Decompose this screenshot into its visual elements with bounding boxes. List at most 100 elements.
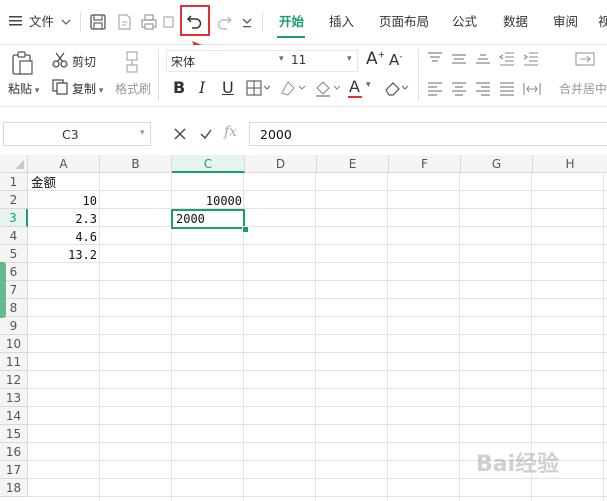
column-header-a[interactable]: A bbox=[28, 155, 100, 173]
scissors-icon[interactable] bbox=[51, 51, 69, 72]
cell-a3[interactable]: 2.3 bbox=[29, 210, 99, 228]
print-icon[interactable] bbox=[139, 12, 159, 32]
copy-icon[interactable] bbox=[51, 78, 69, 99]
customize-dropdown-icon[interactable] bbox=[240, 14, 254, 34]
cell-c2[interactable]: 10000 bbox=[173, 192, 244, 210]
name-box[interactable]: C3 ▾ bbox=[3, 122, 151, 146]
cell-a5[interactable]: 13.2 bbox=[29, 246, 99, 264]
align-top-icon[interactable] bbox=[427, 52, 443, 69]
increase-indent-icon[interactable] bbox=[523, 52, 539, 69]
baidu-watermark: Bai经验 bbox=[476, 452, 560, 477]
font-name-select[interactable]: 宋体 ▾ 11 ▾ bbox=[166, 50, 358, 72]
formula-input[interactable]: 2000 bbox=[249, 122, 607, 146]
ribbon-toolbar: 粘贴 ▾ 剪切 复制 ▾ 格式刷 宋体 ▾ 11 ▾ A+ A- B I U A… bbox=[0, 45, 607, 107]
fill-handle[interactable] bbox=[242, 226, 249, 233]
row-header-11[interactable]: 11 bbox=[0, 353, 28, 371]
formula-bar: C3 ▾ fx 2000 bbox=[0, 116, 607, 152]
row-header-4[interactable]: 4 bbox=[0, 227, 28, 245]
undo-icon[interactable] bbox=[185, 11, 205, 31]
justify-icon[interactable] bbox=[499, 82, 515, 99]
format-painter-button[interactable]: 格式刷 bbox=[115, 80, 151, 97]
column-header-h[interactable]: H bbox=[533, 155, 607, 173]
row-header-1[interactable]: 1 bbox=[0, 173, 28, 191]
align-bottom-icon[interactable] bbox=[475, 52, 491, 69]
font-size-value: 11 bbox=[291, 53, 307, 67]
decrease-font-size-button[interactable]: A- bbox=[389, 51, 403, 69]
italic-button[interactable]: I bbox=[199, 78, 205, 97]
select-all-corner[interactable] bbox=[0, 155, 28, 173]
file-menu[interactable]: 文件 bbox=[29, 0, 54, 44]
row-header-2[interactable]: 2 bbox=[0, 191, 28, 209]
active-cell-value: 2000 bbox=[176, 212, 205, 226]
column-header-g[interactable]: G bbox=[461, 155, 533, 173]
clear-format-icon[interactable] bbox=[382, 78, 410, 101]
row-header-12[interactable]: 12 bbox=[0, 371, 28, 389]
row-header-13[interactable]: 13 bbox=[0, 389, 28, 407]
align-right-icon[interactable] bbox=[475, 82, 491, 99]
paste-button[interactable]: 粘贴 ▾ bbox=[8, 80, 39, 97]
save-icon[interactable] bbox=[88, 12, 108, 32]
format-painter-icon[interactable] bbox=[121, 50, 143, 77]
sheet-side-tab[interactable] bbox=[0, 262, 6, 318]
row-header-15[interactable]: 15 bbox=[0, 425, 28, 443]
column-header-b[interactable]: B bbox=[100, 155, 172, 173]
chevron-down-icon: ▾ bbox=[140, 128, 145, 138]
cancel-formula-icon[interactable] bbox=[173, 127, 187, 144]
column-header-c[interactable]: C bbox=[172, 155, 245, 173]
tab-page-layout[interactable]: 页面布局 bbox=[379, 0, 429, 44]
chevron-down-icon: ▾ bbox=[347, 54, 352, 64]
row-header-16[interactable]: 16 bbox=[0, 443, 28, 461]
copy-button[interactable]: 复制 ▾ bbox=[72, 80, 103, 97]
active-tab-underline bbox=[277, 36, 305, 38]
row-header-17[interactable]: 17 bbox=[0, 461, 28, 479]
redo-icon[interactable] bbox=[214, 12, 234, 32]
column-header-f[interactable]: F bbox=[389, 155, 461, 173]
merge-center-button[interactable]: 合并居中 bbox=[559, 80, 607, 97]
underline-button[interactable]: U bbox=[222, 78, 234, 97]
print-preview-icon[interactable] bbox=[163, 12, 175, 32]
paste-label: 粘贴 bbox=[8, 82, 33, 96]
hamburger-icon[interactable] bbox=[8, 14, 24, 28]
export-pdf-icon[interactable] bbox=[114, 12, 134, 32]
increase-font-size-button[interactable]: A+ bbox=[366, 49, 385, 69]
tab-insert[interactable]: 插入 bbox=[329, 0, 354, 44]
paste-icon[interactable] bbox=[10, 50, 36, 79]
column-header-d[interactable]: D bbox=[245, 155, 317, 173]
tab-review[interactable]: 审阅 bbox=[553, 0, 578, 44]
borders-icon[interactable] bbox=[245, 79, 271, 100]
formula-input-value: 2000 bbox=[260, 127, 292, 142]
align-middle-icon[interactable] bbox=[451, 52, 467, 69]
distributed-align-icon[interactable] bbox=[523, 81, 541, 100]
cell-style-icon[interactable] bbox=[279, 79, 307, 100]
active-cell-c3[interactable]: 2000 bbox=[171, 209, 245, 229]
tab-view[interactable]: 视 bbox=[598, 0, 607, 44]
confirm-formula-icon[interactable] bbox=[199, 127, 213, 144]
wrap-text-icon[interactable] bbox=[574, 51, 596, 70]
row-header-3[interactable]: 3 bbox=[0, 209, 28, 227]
cell-a1[interactable]: 金额 bbox=[29, 174, 99, 192]
chevron-down-icon[interactable] bbox=[60, 16, 72, 28]
chevron-down-icon: ▾ bbox=[279, 54, 284, 64]
copy-label: 复制 bbox=[72, 82, 97, 96]
cell-a4[interactable]: 4.6 bbox=[29, 228, 99, 246]
tab-formulas[interactable]: 公式 bbox=[452, 0, 477, 44]
column-header-e[interactable]: E bbox=[317, 155, 389, 173]
align-center-icon[interactable] bbox=[451, 82, 467, 99]
font-name-value: 宋体 bbox=[171, 55, 196, 69]
tab-data[interactable]: 数据 bbox=[503, 0, 528, 44]
name-box-value: C3 bbox=[62, 127, 79, 142]
row-header-10[interactable]: 10 bbox=[0, 335, 28, 353]
decrease-indent-icon[interactable] bbox=[499, 52, 515, 69]
bold-button[interactable]: B bbox=[173, 78, 185, 97]
cut-button[interactable]: 剪切 bbox=[72, 53, 96, 70]
row-header-9[interactable]: 9 bbox=[0, 317, 28, 335]
row-header-18[interactable]: 18 bbox=[0, 479, 28, 497]
row-header-14[interactable]: 14 bbox=[0, 407, 28, 425]
insert-function-button[interactable]: fx bbox=[224, 124, 237, 140]
row-header-5[interactable]: 5 bbox=[0, 245, 28, 263]
align-left-icon[interactable] bbox=[427, 82, 443, 99]
font-color-letter: A bbox=[349, 77, 360, 96]
top-menu-bar: 文件 开始 插入 页面布局 公式 数据 审阅 视 bbox=[0, 0, 607, 45]
cell-a2[interactable]: 10 bbox=[29, 192, 99, 210]
fill-color-icon[interactable] bbox=[313, 78, 343, 101]
